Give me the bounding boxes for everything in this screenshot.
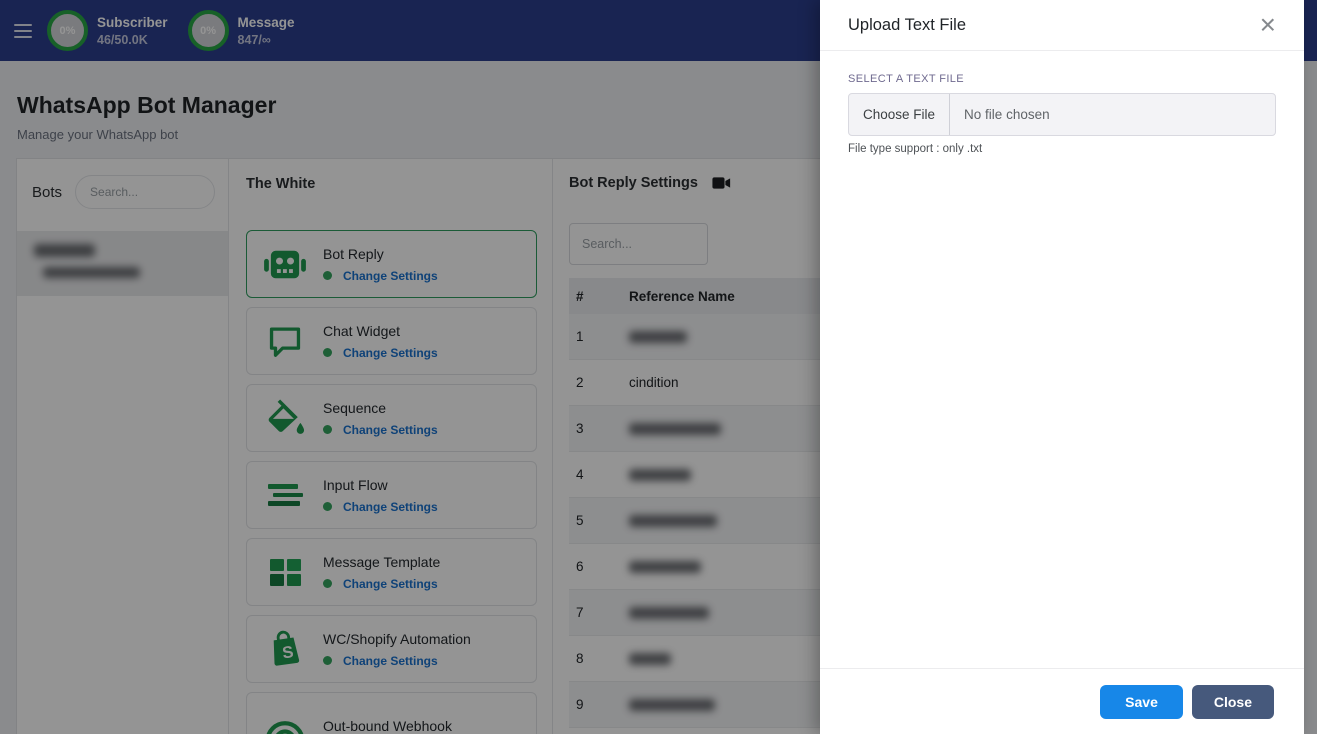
close-icon[interactable]: ×	[1260, 11, 1276, 39]
upload-text-file-modal: Upload Text File × SELECT A TEXT FILE Ch…	[820, 0, 1304, 734]
choose-file-button[interactable]: Choose File	[849, 94, 951, 135]
file-upload-input[interactable]: Choose File No file chosen	[848, 93, 1276, 136]
modal-title: Upload Text File	[848, 15, 967, 34]
close-button[interactable]: Close	[1191, 684, 1274, 719]
file-chosen-status: No file chosen	[964, 107, 1050, 122]
save-button[interactable]: Save	[1100, 684, 1183, 719]
file-field-label: SELECT A TEXT FILE	[848, 73, 965, 85]
file-type-helper-text: File type support : only .txt	[848, 143, 983, 155]
